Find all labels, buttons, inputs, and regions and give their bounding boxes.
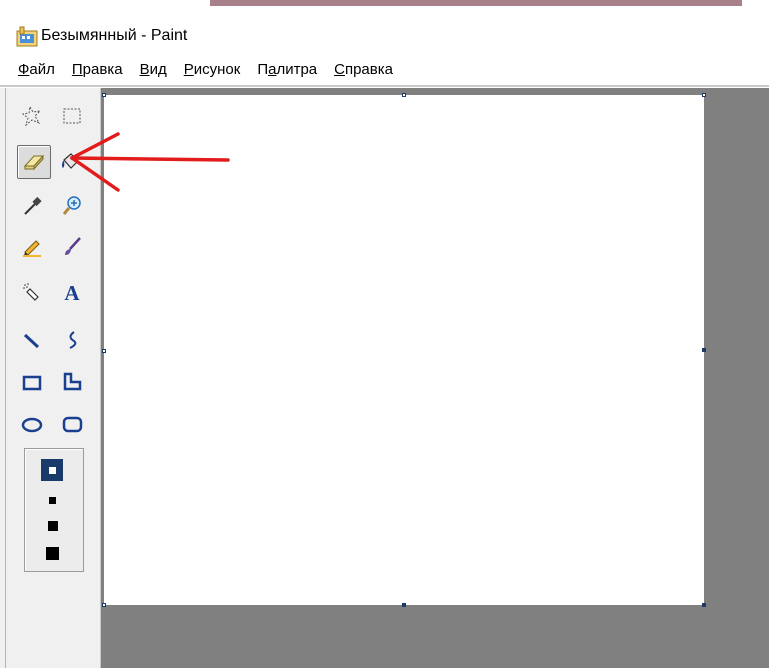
fill-bucket-tool[interactable] xyxy=(56,148,84,176)
canvas-handle-left xyxy=(102,349,106,353)
menu-colors-pre: П xyxy=(257,61,269,78)
polygon-icon xyxy=(63,372,82,391)
menu-view[interactable]: Вид xyxy=(140,57,167,83)
canvas-handle-bottom[interactable] xyxy=(402,603,406,607)
eraser-size-1[interactable] xyxy=(41,459,63,481)
svg-text:A: A xyxy=(64,281,80,303)
toolbox-edge xyxy=(5,88,6,668)
menu-edit-accel: П xyxy=(71,61,83,78)
rectangle-select-icon xyxy=(63,108,81,124)
magnifier-tool[interactable] xyxy=(58,192,86,220)
menu-help-label: правка xyxy=(344,61,393,78)
menu-separator xyxy=(0,85,769,87)
menu-image-accel: Р xyxy=(183,61,194,78)
pencil-icon xyxy=(23,240,41,257)
canvas-handle-top-left xyxy=(102,93,106,97)
canvas-handle-top-right xyxy=(702,93,706,97)
menu-bar: Файл Правка Вид Рисунок Палитра Справка xyxy=(18,57,410,83)
eraser-size-3[interactable] xyxy=(48,521,58,531)
rectangle-select-tool[interactable] xyxy=(58,102,86,130)
eraser-size-1-swatch xyxy=(48,466,56,474)
airbrush-icon xyxy=(23,283,39,301)
brush-tool[interactable] xyxy=(58,232,86,260)
drawing-canvas[interactable] xyxy=(104,95,704,605)
airbrush-tool[interactable] xyxy=(18,278,46,306)
text-tool[interactable]: A xyxy=(58,278,86,306)
rectangle-tool[interactable] xyxy=(18,368,46,396)
eraser-size-2[interactable] xyxy=(49,497,56,504)
line-tool[interactable] xyxy=(18,326,46,354)
menu-edit[interactable]: Правка xyxy=(72,57,123,83)
menu-help-accel: С xyxy=(334,61,345,78)
rounded-rectangle-tool[interactable] xyxy=(58,410,86,438)
menu-file-label: айл xyxy=(29,61,55,78)
fill-bucket-icon xyxy=(62,153,79,169)
menu-colors-label: литра xyxy=(276,61,318,78)
free-form-select-icon xyxy=(21,105,42,127)
text-icon: A xyxy=(64,281,80,303)
ellipse-tool[interactable] xyxy=(18,410,46,438)
menu-view-label: ид xyxy=(149,61,167,78)
paint-app-icon[interactable] xyxy=(16,25,38,47)
menu-colors[interactable]: Палитра xyxy=(257,57,317,83)
polygon-tool[interactable] xyxy=(58,368,86,396)
toolbox: A xyxy=(0,88,101,668)
eraser-tool[interactable] xyxy=(17,145,51,179)
brush-icon xyxy=(65,237,81,255)
menu-image-label: исунок xyxy=(193,61,241,78)
curve-tool[interactable] xyxy=(58,326,86,354)
eraser-size-options xyxy=(24,448,84,572)
curve-icon xyxy=(69,331,77,349)
menu-file[interactable]: Файл xyxy=(18,57,55,83)
window-title: Безымянный - Paint xyxy=(41,27,188,44)
menu-file-accel: Ф xyxy=(18,61,30,78)
canvas-handle-right[interactable] xyxy=(702,348,706,352)
eraser-size-4[interactable] xyxy=(46,547,59,560)
menu-image[interactable]: Рисунок xyxy=(184,57,241,83)
line-icon xyxy=(23,333,40,349)
color-picker-icon xyxy=(24,196,42,215)
eraser-icon xyxy=(23,154,45,171)
free-form-select-tool[interactable] xyxy=(18,102,46,130)
rounded-rectangle-icon xyxy=(62,416,83,433)
window-top-border xyxy=(210,0,742,6)
color-picker-tool[interactable] xyxy=(18,192,46,220)
title-bar[interactable]: Безымянный - Paint xyxy=(0,8,769,54)
menu-view-accel: В xyxy=(139,61,150,78)
canvas-handle-bottom-right[interactable] xyxy=(702,603,706,607)
canvas-handle-bottom-left xyxy=(102,603,106,607)
paint-window: Безымянный - Paint Файл Правка Вид Рисун… xyxy=(0,0,769,668)
magnifier-icon xyxy=(62,196,81,215)
rectangle-icon xyxy=(22,375,42,391)
menu-edit-label: равка xyxy=(82,61,123,78)
menu-help[interactable]: Справка xyxy=(334,57,393,83)
ellipse-icon xyxy=(21,417,43,433)
pencil-tool[interactable] xyxy=(18,232,46,260)
canvas-handle-top xyxy=(402,93,406,97)
